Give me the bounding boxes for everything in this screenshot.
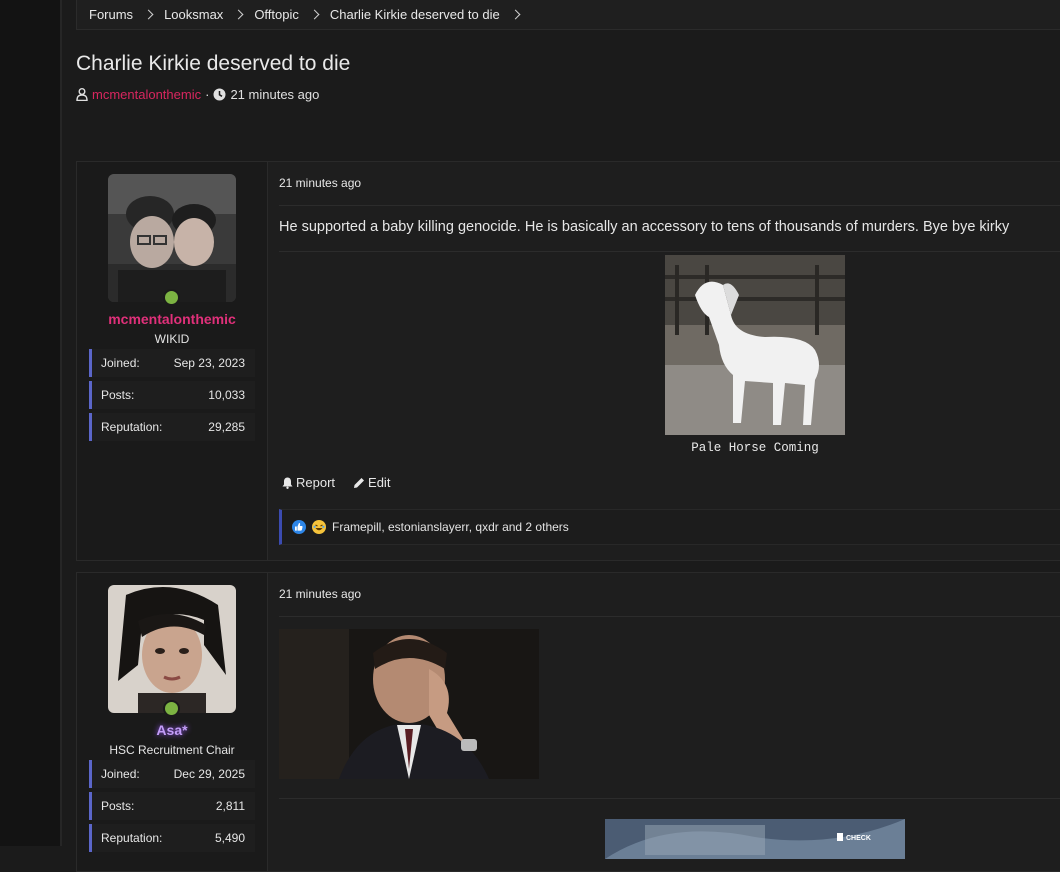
divider [279, 251, 1060, 252]
left-sidebar-strip [0, 0, 60, 846]
post-actions: Report Edit [282, 475, 390, 490]
post-user-pane: Asa* HSC Recruitment Chair Joined: Dec 2… [77, 573, 268, 871]
stat-posts: Posts: 10,033 [89, 381, 255, 409]
stat-joined: Joined: Dec 29, 2025 [89, 760, 255, 788]
breadcrumb-looksmax[interactable]: Looksmax [164, 7, 223, 22]
divider [279, 798, 1060, 799]
stat-posts: Posts: 2,811 [89, 792, 255, 820]
stat-value: 5,490 [214, 831, 245, 845]
username[interactable]: Asa* [77, 722, 267, 738]
breadcrumb-offtopic[interactable]: Offtopic [254, 7, 299, 22]
post-image-white-horse[interactable] [665, 255, 845, 438]
reactions-bar[interactable]: Framepill, estonianslayerr, qxdr and 2 o… [279, 509, 1060, 545]
page-title: Charlie Kirkie deserved to die [76, 52, 351, 75]
avatar[interactable] [108, 174, 236, 302]
edit-button[interactable]: Edit [353, 475, 390, 490]
stat-label: Posts: [101, 799, 135, 813]
avatar[interactable] [108, 585, 236, 713]
user-icon [76, 88, 88, 101]
pencil-icon [354, 477, 365, 488]
post-date-link[interactable]: 21 minutes ago [279, 587, 361, 601]
divider [279, 616, 1060, 617]
post-user-pane: mcmentalonthemic WIKID Joined: Sep 23, 2… [77, 162, 268, 560]
online-status-indicator [163, 289, 180, 306]
breadcrumb-thread[interactable]: Charlie Kirkie deserved to die [330, 7, 500, 22]
gif-watermark-text: CHECK [846, 835, 871, 842]
user-title: HSC Recruitment Chair [109, 743, 235, 757]
chevron-right-icon [510, 9, 521, 19]
sidebar-divider [60, 0, 62, 846]
meta-separator: · [205, 87, 210, 102]
clock-icon [213, 88, 226, 101]
post-image-news-clip[interactable]: CHECK [605, 819, 905, 859]
stat-value: Dec 29, 2025 [173, 767, 245, 781]
stat-label: Joined: [101, 356, 140, 370]
image-caption: Pale Horse Coming [691, 441, 819, 455]
stat-value[interactable]: 10,033 [208, 388, 245, 402]
stat-joined: Joined: Sep 23, 2023 [89, 349, 255, 377]
thread-time[interactable]: 21 minutes ago [230, 87, 319, 102]
thread-meta: mcmentalonthemic · 21 minutes ago [76, 87, 319, 102]
stat-label: Posts: [101, 388, 135, 402]
post-body-text: He supported a baby killing genocide. He… [279, 219, 1010, 235]
like-reaction-icon [292, 520, 306, 534]
post-image-facepalm-man[interactable] [279, 629, 539, 779]
username[interactable]: mcmentalonthemic [77, 311, 267, 327]
online-status-indicator [163, 700, 180, 717]
post: mcmentalonthemic WIKID Joined: Sep 23, 2… [76, 161, 1060, 561]
divider [279, 205, 1060, 206]
laugh-reaction-icon [312, 520, 326, 534]
chevron-right-icon [309, 9, 320, 19]
stat-value: 29,285 [208, 420, 245, 434]
chevron-right-icon [233, 9, 244, 19]
edit-label: Edit [368, 475, 391, 490]
stat-reputation: Reputation: 29,285 [89, 413, 255, 441]
stat-value: Sep 23, 2023 [173, 356, 245, 370]
reactions-users[interactable]: Framepill, estonianslayerr, qxdr and 2 o… [332, 520, 569, 534]
user-title: WIKID [154, 332, 190, 346]
post-content: 21 minutes ago He supported a baby killi… [279, 162, 1060, 560]
stat-label: Reputation: [101, 420, 163, 434]
stat-label: Joined: [101, 767, 140, 781]
post-content: 21 minutes ago CHECK [279, 573, 1060, 871]
post: Asa* HSC Recruitment Chair Joined: Dec 2… [76, 572, 1060, 872]
stat-label: Reputation: [101, 831, 163, 845]
user-stats: Joined: Sep 23, 2023 Posts: 10,033 Reput… [89, 349, 255, 445]
thread-author-link[interactable]: mcmentalonthemic [92, 87, 201, 102]
user-stats: Joined: Dec 29, 2025 Posts: 2,811 Reputa… [89, 760, 255, 856]
report-button[interactable]: Report [282, 475, 335, 490]
report-label: Report [296, 475, 336, 490]
chevron-right-icon [143, 9, 154, 19]
stat-reputation: Reputation: 5,490 [89, 824, 255, 852]
breadcrumb-forums[interactable]: Forums [89, 7, 133, 22]
breadcrumb: Forums Looksmax Offtopic Charlie Kirkie … [76, 0, 1060, 30]
post-date-link[interactable]: 21 minutes ago [279, 176, 361, 190]
stat-value[interactable]: 2,811 [216, 799, 245, 813]
bell-icon [282, 477, 293, 489]
